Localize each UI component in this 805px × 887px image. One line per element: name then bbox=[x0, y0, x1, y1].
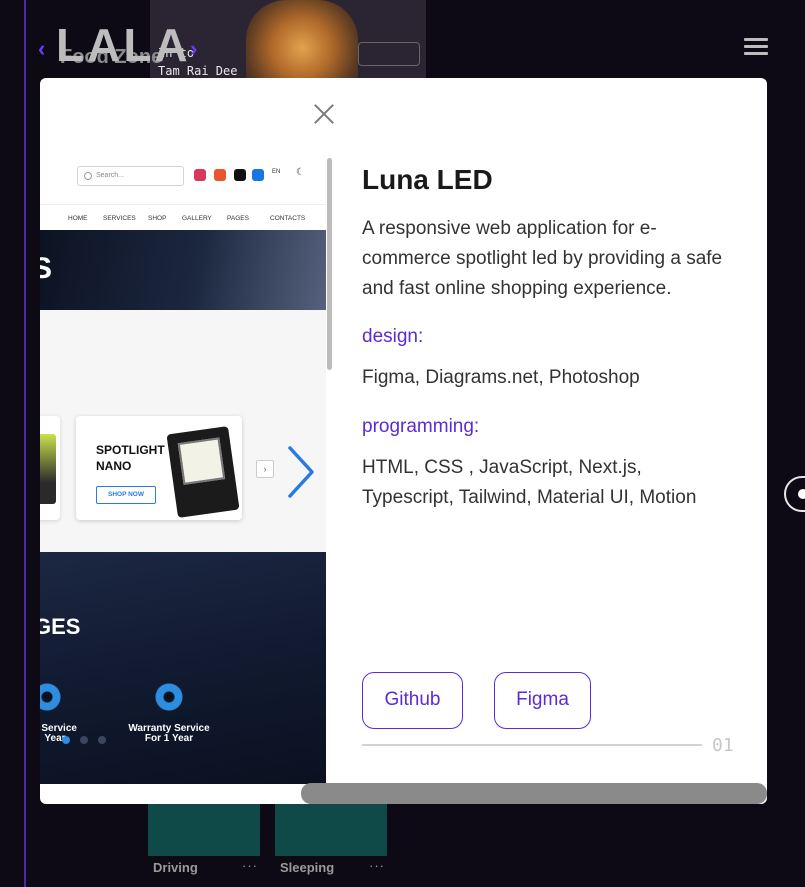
preview-card-title: SPOTLIGHT NANO bbox=[96, 443, 165, 473]
preview-dot bbox=[62, 736, 70, 744]
project-title: Luna LED bbox=[362, 164, 493, 195]
preview-chevron-right-icon: › bbox=[256, 460, 274, 478]
floodlight-image bbox=[166, 426, 240, 518]
github-button[interactable]: Github bbox=[362, 672, 463, 729]
background-food-image bbox=[246, 0, 358, 80]
gear-icon bbox=[154, 682, 184, 712]
preview-nav-item: HOME bbox=[68, 215, 88, 222]
preview-nav-item: PAGES bbox=[227, 215, 249, 222]
preview-dot bbox=[98, 736, 106, 744]
preview-nav-item: SHOP bbox=[148, 215, 167, 222]
background-tile-label: Sleeping bbox=[280, 860, 335, 875]
programming-tools: HTML, CSS , JavaScript, Next.js, Typescr… bbox=[362, 457, 697, 508]
design-tools: Figma, Diagrams.net, Photoshop bbox=[362, 367, 640, 388]
chevron-left-icon[interactable]: ‹ bbox=[38, 36, 45, 62]
menu-icon[interactable] bbox=[744, 38, 768, 56]
preview-nav-item: SERVICES bbox=[103, 215, 136, 222]
preview-section-heading: GES bbox=[40, 614, 81, 639]
preview-dot bbox=[80, 736, 88, 744]
close-icon[interactable] bbox=[312, 102, 336, 126]
moon-icon: ☾ bbox=[296, 167, 305, 178]
site-logo[interactable]: LALA bbox=[56, 20, 191, 70]
more-icon[interactable]: ··· bbox=[242, 858, 258, 873]
preview-service-label: y Service Year bbox=[40, 723, 77, 744]
preview-product-card: SPOTLIGHT NANO SHOP NOW bbox=[76, 416, 242, 520]
facebook-icon bbox=[252, 169, 264, 181]
gear-icon bbox=[40, 682, 62, 712]
background-tile-label: Driving bbox=[153, 860, 198, 875]
background-tile-sleeping bbox=[275, 804, 387, 856]
design-label: design: bbox=[362, 326, 424, 347]
tiktok-icon bbox=[234, 169, 246, 181]
instagram-icon bbox=[194, 169, 206, 181]
background-vertical-line bbox=[24, 0, 26, 887]
background-tile-driving bbox=[148, 804, 260, 856]
preview-nav-item: CONTACTS bbox=[270, 215, 306, 222]
chevron-right-icon[interactable]: › bbox=[190, 36, 197, 62]
programming-label: programming: bbox=[362, 416, 480, 437]
preview-nav-item: GALLERY bbox=[182, 215, 212, 222]
more-icon[interactable]: ··· bbox=[369, 858, 385, 873]
shop-icon bbox=[214, 169, 226, 181]
project-description: A responsive web application for e-comme… bbox=[362, 218, 723, 299]
theme-toggle[interactable] bbox=[784, 476, 805, 512]
preview-hero-text: S bbox=[40, 252, 53, 285]
preview-hero: S bbox=[40, 230, 326, 310]
preview-product-card bbox=[40, 416, 60, 520]
project-info: Luna LED A responsive web application fo… bbox=[362, 78, 742, 804]
page-number: 01 bbox=[712, 735, 734, 756]
preview-vertical-scrollbar[interactable] bbox=[327, 158, 332, 370]
next-image-arrow-icon[interactable] bbox=[286, 444, 316, 500]
background-pill bbox=[358, 42, 420, 66]
project-preview-image: Search... EN ☾ HOME SERVICES SHOP GALLER… bbox=[40, 158, 326, 784]
preview-search-field: Search... bbox=[77, 166, 184, 186]
horizontal-scrollbar[interactable] bbox=[301, 783, 767, 804]
preview-services-section: GES y Service Year Warranty Service For … bbox=[40, 552, 326, 784]
project-modal: Search... EN ☾ HOME SERVICES SHOP GALLER… bbox=[40, 78, 767, 804]
preview-service-label: Warranty Service For 1 Year bbox=[128, 723, 210, 744]
figma-button[interactable]: Figma bbox=[494, 672, 591, 729]
preview-language: EN bbox=[272, 169, 281, 175]
progress-line bbox=[362, 744, 702, 746]
preview-shop-button: SHOP NOW bbox=[96, 486, 156, 504]
